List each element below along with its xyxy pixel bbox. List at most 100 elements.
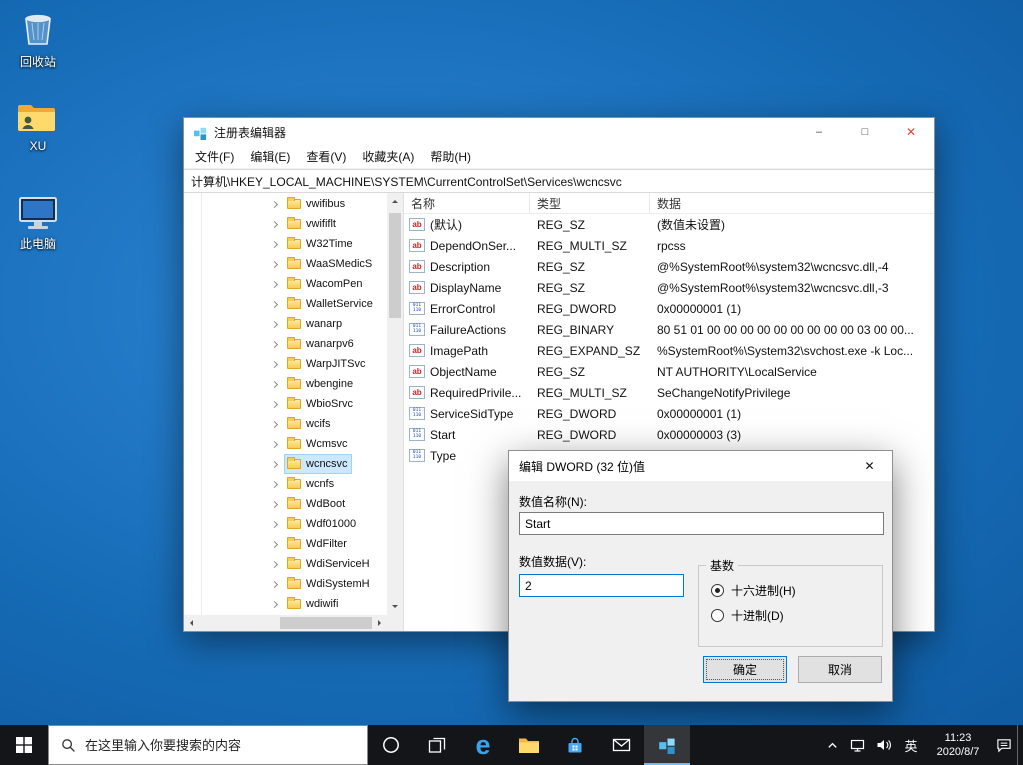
tree-item[interactable]: wanarp bbox=[184, 314, 387, 334]
value-row[interactable]: ObjectNameREG_SZNT AUTHORITY\LocalServic… bbox=[404, 361, 934, 382]
tree-vertical-scrollbar[interactable] bbox=[387, 193, 403, 615]
action-center-button[interactable] bbox=[991, 725, 1017, 765]
tree-item[interactable]: WdBoot bbox=[184, 494, 387, 514]
maximize-button[interactable]: □ bbox=[842, 118, 888, 146]
tree-item[interactable]: W32Time bbox=[184, 234, 387, 254]
scroll-left-icon[interactable] bbox=[187, 620, 193, 626]
scroll-up-icon[interactable] bbox=[392, 197, 398, 203]
column-header-name[interactable]: 名称 bbox=[404, 193, 530, 213]
chevron-right-icon[interactable] bbox=[271, 400, 278, 407]
chevron-right-icon[interactable] bbox=[271, 600, 278, 607]
tree-item[interactable]: WalletService bbox=[184, 294, 387, 314]
dialog-titlebar[interactable]: 编辑 DWORD (32 位)值 ✕ bbox=[509, 451, 892, 481]
scroll-thumb[interactable] bbox=[389, 213, 401, 318]
value-row[interactable]: RequiredPrivile...REG_MULTI_SZSeChangeNo… bbox=[404, 382, 934, 403]
minimize-button[interactable]: – bbox=[796, 118, 842, 146]
value-row[interactable]: FailureActionsREG_BINARY80 51 01 00 00 0… bbox=[404, 319, 934, 340]
chevron-right-icon[interactable] bbox=[271, 360, 278, 367]
tree-item[interactable]: Wcmsvc bbox=[184, 434, 387, 454]
tree-item[interactable]: WdiServiceH bbox=[184, 554, 387, 574]
ok-button[interactable]: 确定 bbox=[703, 656, 787, 683]
value-row[interactable]: DescriptionREG_SZ@%SystemRoot%\system32\… bbox=[404, 256, 934, 277]
chevron-right-icon[interactable] bbox=[271, 340, 278, 347]
desktop-icon-recycle-bin[interactable]: 回收站 bbox=[6, 6, 70, 70]
value-row[interactable]: DisplayNameREG_SZ@%SystemRoot%\system32\… bbox=[404, 277, 934, 298]
chevron-right-icon[interactable] bbox=[271, 420, 278, 427]
close-button[interactable]: ✕ bbox=[888, 118, 934, 146]
desktop-icon-user-folder[interactable]: XU bbox=[6, 99, 70, 153]
tree-item[interactable]: wanarpv6 bbox=[184, 334, 387, 354]
value-row[interactable]: ImagePathREG_EXPAND_SZ%SystemRoot%\Syste… bbox=[404, 340, 934, 361]
tree-item[interactable]: WdFilter bbox=[184, 534, 387, 554]
value-row[interactable]: ServiceSidTypeREG_DWORD0x00000001 (1) bbox=[404, 403, 934, 424]
chevron-right-icon[interactable] bbox=[271, 260, 278, 267]
scroll-right-icon[interactable] bbox=[378, 620, 384, 626]
task-view-button[interactable] bbox=[414, 725, 460, 765]
radio-decimal[interactable]: 十进制(D) bbox=[711, 607, 882, 624]
start-button[interactable] bbox=[0, 725, 48, 765]
file-explorer-button[interactable] bbox=[506, 725, 552, 765]
chevron-right-icon[interactable] bbox=[271, 580, 278, 587]
regedit-taskbar-button[interactable] bbox=[644, 725, 690, 765]
radio-hexadecimal[interactable]: 十六进制(H) bbox=[711, 582, 882, 599]
volume-button[interactable] bbox=[871, 725, 897, 765]
tree-item[interactable]: WaaSMedicS bbox=[184, 254, 387, 274]
tree-item[interactable]: wcnfs bbox=[184, 474, 387, 494]
chevron-right-icon[interactable] bbox=[271, 500, 278, 507]
store-button[interactable] bbox=[552, 725, 598, 765]
value-row[interactable]: (默认)REG_SZ(数值未设置) bbox=[404, 214, 934, 235]
edge-button[interactable]: e bbox=[460, 725, 506, 765]
value-data-input[interactable] bbox=[519, 574, 684, 597]
tree-item[interactable]: WarpJITSvc bbox=[184, 354, 387, 374]
value-name-input[interactable] bbox=[519, 512, 884, 535]
chevron-right-icon[interactable] bbox=[271, 320, 278, 327]
chevron-right-icon[interactable] bbox=[271, 560, 278, 567]
tree-item[interactable]: wbengine bbox=[184, 374, 387, 394]
value-row[interactable]: StartREG_DWORD0x00000003 (3) bbox=[404, 424, 934, 445]
chevron-right-icon[interactable] bbox=[271, 440, 278, 447]
chevron-right-icon[interactable] bbox=[271, 240, 278, 247]
chevron-right-icon[interactable] bbox=[271, 280, 278, 287]
address-input[interactable] bbox=[184, 169, 934, 193]
tray-expand-button[interactable] bbox=[819, 725, 845, 765]
column-header-data[interactable]: 数据 bbox=[650, 193, 934, 213]
menu-item[interactable]: 帮助(H) bbox=[422, 147, 479, 168]
tree-item[interactable]: WbioSrvc bbox=[184, 394, 387, 414]
tree-horizontal-scrollbar[interactable] bbox=[184, 615, 387, 631]
cortana-button[interactable] bbox=[368, 725, 414, 765]
scroll-thumb[interactable] bbox=[280, 617, 372, 629]
chevron-right-icon[interactable] bbox=[271, 380, 278, 387]
tree-item[interactable]: vwifibus bbox=[184, 194, 387, 214]
tree-item[interactable]: WdiSystemH bbox=[184, 574, 387, 594]
search-input[interactable] bbox=[85, 738, 367, 753]
dialog-close-button[interactable]: ✕ bbox=[847, 451, 892, 481]
column-header-type[interactable]: 类型 bbox=[530, 193, 650, 213]
tree-item[interactable]: Wdf01000 bbox=[184, 514, 387, 534]
desktop-icon-this-pc[interactable]: 此电脑 bbox=[6, 193, 70, 252]
value-row[interactable]: DependOnSer...REG_MULTI_SZrpcss bbox=[404, 235, 934, 256]
ime-indicator[interactable]: 英 bbox=[897, 725, 925, 765]
clock[interactable]: 11:23 2020/8/7 bbox=[925, 725, 991, 765]
cancel-button[interactable]: 取消 bbox=[798, 656, 882, 683]
network-button[interactable] bbox=[845, 725, 871, 765]
menu-item[interactable]: 收藏夹(A) bbox=[354, 147, 422, 168]
chevron-right-icon[interactable] bbox=[271, 540, 278, 547]
chevron-right-icon[interactable] bbox=[271, 220, 278, 227]
scroll-down-icon[interactable] bbox=[392, 605, 398, 611]
tree-item[interactable]: vwififlt bbox=[184, 214, 387, 234]
tree-item[interactable]: wdiwifi bbox=[184, 594, 387, 614]
regedit-titlebar[interactable]: 注册表编辑器 – □ ✕ bbox=[184, 118, 934, 146]
chevron-right-icon[interactable] bbox=[271, 520, 278, 527]
taskbar-search[interactable] bbox=[48, 725, 368, 765]
tree-item[interactable]: WacomPen bbox=[184, 274, 387, 294]
chevron-right-icon[interactable] bbox=[271, 480, 278, 487]
menu-item[interactable]: 编辑(E) bbox=[242, 147, 298, 168]
value-row[interactable]: ErrorControlREG_DWORD0x00000001 (1) bbox=[404, 298, 934, 319]
mail-button[interactable] bbox=[598, 725, 644, 765]
chevron-right-icon[interactable] bbox=[271, 200, 278, 207]
tree-item[interactable]: wcifs bbox=[184, 414, 387, 434]
tree-item[interactable]: wcncsvc bbox=[184, 454, 387, 474]
chevron-right-icon[interactable] bbox=[271, 300, 278, 307]
show-desktop-button[interactable] bbox=[1017, 725, 1023, 765]
menu-item[interactable]: 文件(F) bbox=[187, 147, 242, 168]
